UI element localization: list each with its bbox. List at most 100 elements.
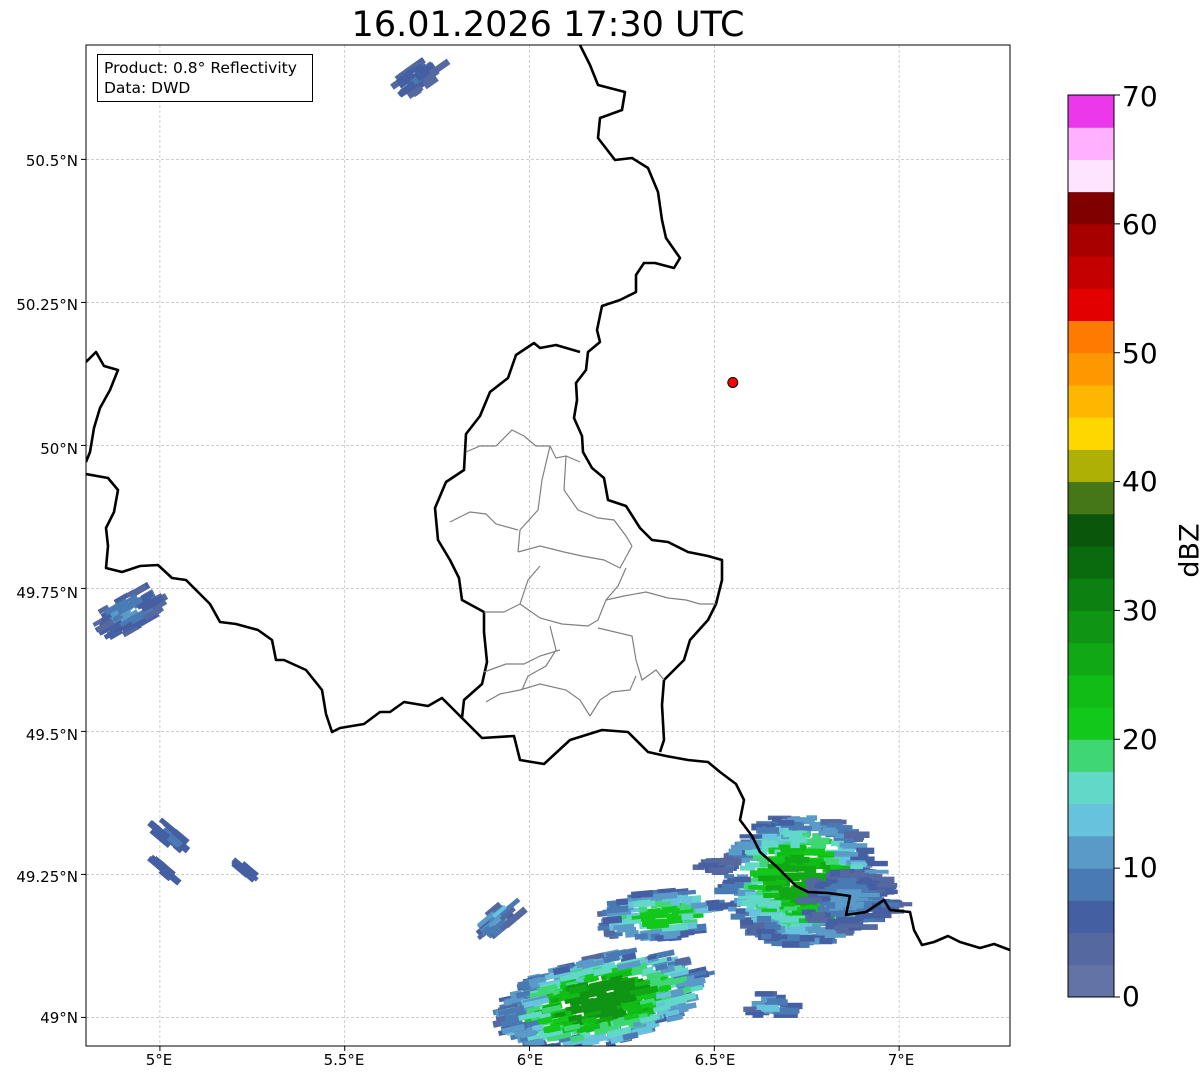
country-border [433,341,667,766]
colorbar-bin [1068,546,1114,579]
radar-echo-cluster [147,817,191,854]
radar-echo-cell [826,918,840,924]
radar-echo-cell [808,877,818,884]
radar-echo-cell [831,883,857,890]
radar-echo-cell [799,934,815,942]
district-boundary [485,683,591,717]
radar-echo-cell [825,858,840,866]
radar-echo-cell [855,901,864,909]
district-boundary [517,545,633,569]
radar-echo-cell [814,851,836,856]
colorbar-bin [1068,674,1114,708]
district-boundary [589,675,637,717]
radar-echo-cell [854,892,880,898]
radar-echo-cell [681,896,693,904]
radar-echo-cell [742,920,754,926]
radar-echo-cell [850,864,864,869]
district-boundary [605,567,627,601]
district-boundary [484,565,541,613]
radar-echo-cell [799,931,808,936]
colorbar-bin [1068,159,1114,193]
radar-echo-cell [817,837,830,845]
colorbar-bin [1068,739,1114,772]
radar-echo-cell [778,934,788,940]
radar-echo-cell [735,908,746,914]
radar-echo-cell [839,869,850,877]
lat-tick-label: 49°N [40,1009,78,1027]
radar-echo-cell [741,899,758,906]
colorbar-bin [1068,449,1114,483]
district-boundary [519,591,716,627]
radar-echo-cell [826,902,836,909]
colorbar-bin [1068,481,1114,515]
radar-echo-cell [842,916,861,921]
radar-echo-cell [844,831,870,839]
radar-site-marker [727,376,739,388]
colorbar-bin [1068,932,1114,966]
radar-echo-cell [716,858,742,866]
colorbar-tick-label: 40 [1122,465,1158,498]
radar-echo-cell [756,827,779,834]
lon-tick-label: 5°E [145,1051,173,1069]
radar-echo-cell [634,932,648,940]
colorbar-label: dBZ [1174,523,1202,578]
radar-echo-cell [757,868,781,876]
lat-tick-label: 50°N [40,440,78,458]
radar-echo-cell [758,875,776,882]
colorbar-bin [1068,320,1114,354]
radar-echo-cell [815,881,830,887]
radar-echo-cell [615,898,629,906]
radar-echo-cell [783,888,795,894]
colorbar-bin [1068,384,1114,418]
radar-echo-cell [714,887,738,895]
radar-echo-cell [752,1013,764,1018]
colorbar-bin [1068,417,1114,450]
colorbar-bin [1068,771,1114,805]
radar-map [81,44,1120,1051]
radar-echo-cell [811,912,825,919]
radar-echo-cell [790,865,817,871]
colorbar-bin [1068,191,1114,225]
data-source-text: Data: DWD [104,79,191,97]
radar-echo-cell [777,820,795,826]
colorbar-bin [1068,964,1114,998]
colorbar-bin [1068,288,1114,321]
radar-echo-cell [681,913,694,921]
radar-echo-cluster [796,868,913,931]
info-box: Product: 0.8° Reflectivity Data: DWD [97,54,313,102]
radar-echo-cell [762,1006,780,1012]
radar-echo-cell [830,864,841,870]
colorbar-bin [1068,127,1114,160]
colorbar-tick-label: 70 [1122,80,1158,113]
radar-echo-cell [860,924,878,930]
colorbar-bin [1068,95,1114,128]
radar-echo-cell [838,878,853,884]
lat-tick-label: 50.5°N [25,152,78,170]
colorbar-tick-label: 50 [1122,337,1158,370]
colorbar-tick-label: 60 [1122,208,1158,241]
colorbar-tick-label: 30 [1122,594,1158,627]
radar-echo-cell [641,900,656,908]
radar-echo-cell [756,929,776,934]
radar-echo-cell [654,935,664,941]
radar-echo-cell [834,896,857,902]
radar-echo-cell [796,872,812,879]
radar-echo-cell [730,913,746,920]
radar-echo-cell [822,827,836,833]
radar-echo-cluster [231,857,259,883]
colorbar-bin [1068,223,1114,257]
radar-echo-cell [728,848,743,856]
colorbar-bin [1068,578,1114,611]
product-text: Product: 0.8° Reflectivity [104,59,297,77]
colorbar-bin [1068,868,1114,901]
radar-echo-cell [754,991,774,997]
radar-echo-cluster [492,947,716,1046]
district-boundary [517,445,551,553]
radar-echo-cell [728,906,737,912]
radar-echo-cluster [475,897,528,941]
colorbar-bin [1068,900,1114,934]
radar-echo-cluster [743,991,803,1018]
radar-echo-cell [839,842,849,848]
radar-echo-cell [856,847,875,854]
colorbar-bin [1068,256,1114,289]
